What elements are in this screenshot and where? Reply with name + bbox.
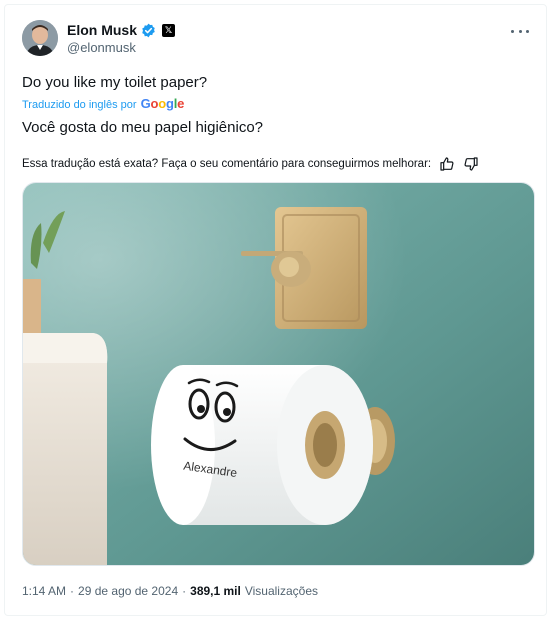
tweet-time[interactable]: 1:14 AM	[22, 584, 66, 598]
thumbs-down-icon[interactable]	[463, 156, 479, 172]
author-name[interactable]: Elon Musk	[67, 22, 137, 38]
tweet-media-image[interactable]: Alexandre	[22, 182, 535, 566]
views-count: 389,1 mil	[190, 584, 241, 598]
feedback-prompt: Essa tradução está exata? Faça o seu com…	[22, 158, 432, 170]
author-handle[interactable]: @elonmusk	[67, 40, 136, 55]
translated-by-link[interactable]: Traduzido do inglês por Google	[22, 96, 184, 111]
more-options-icon[interactable]	[511, 26, 529, 36]
meta-separator: ·	[182, 584, 187, 598]
tweet-date[interactable]: 29 de ago de 2024	[78, 584, 178, 598]
translated-by-label: Traduzido do inglês por	[22, 99, 137, 111]
avatar[interactable]	[22, 20, 58, 56]
more-dot	[511, 29, 514, 33]
x-affiliation-icon: 𝕏	[162, 23, 176, 37]
tweet-text: Do you like my toilet paper?	[22, 74, 208, 91]
translation-feedback: Essa tradução está exata? Faça o seu com…	[22, 156, 479, 172]
verified-badge-icon	[141, 23, 156, 38]
more-dot	[518, 29, 522, 33]
more-dot	[526, 29, 529, 33]
author-name-row[interactable]: Elon Musk 𝕏	[67, 21, 176, 39]
tweet-card: Elon Musk 𝕏 @elonmusk Do you like my toi…	[0, 0, 551, 622]
meta-separator: ·	[70, 584, 75, 598]
translated-text: Você gosta do meu papel higiênico?	[22, 119, 264, 136]
thumbs-up-icon[interactable]	[439, 156, 455, 172]
views-label: Visualizações	[244, 584, 318, 598]
tweet-meta: 1:14 AM · 29 de ago de 2024 · 389,1 mil …	[22, 584, 318, 598]
google-logo: Google	[140, 96, 185, 111]
